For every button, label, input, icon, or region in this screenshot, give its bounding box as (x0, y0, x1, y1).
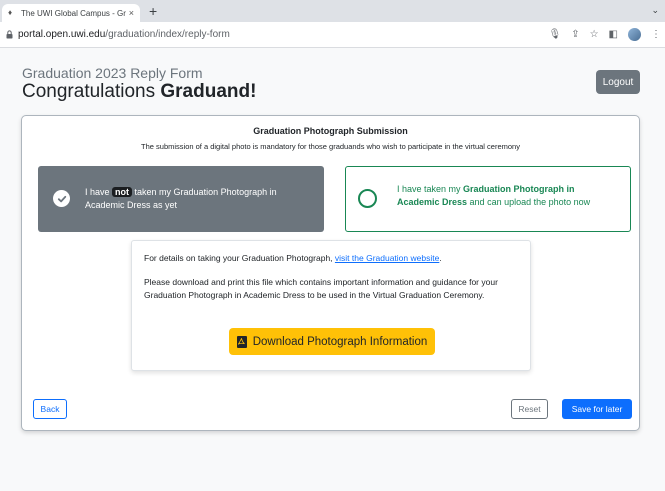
option-not-taken-label: I have not taken my Graduation Photograp… (85, 187, 277, 210)
new-tab-icon[interactable]: + (149, 3, 157, 19)
reset-button[interactable]: Reset (511, 399, 548, 419)
reply-form-card: Graduation Photograph Submission The sub… (21, 115, 640, 431)
radio-circle-icon (358, 189, 377, 208)
photo-info-panel: For details on taking your Graduation Ph… (131, 240, 531, 371)
title-prefix: Congratulations (22, 81, 161, 102)
url-host: portal.open.uwi.edu (18, 29, 106, 40)
browser-tab-bar: ♦ The UWI Global Campus - Grad × + ⌄ (0, 0, 665, 22)
sidebar-icon[interactable]: ◧ (609, 29, 618, 40)
option-not-taken[interactable]: I have not taken my Graduation Photograp… (38, 166, 324, 232)
page-subtitle: Graduation 2023 Reply Form (22, 65, 203, 81)
favicon-icon: ♦ (8, 8, 13, 17)
share-icon[interactable]: ⇪ (571, 29, 579, 40)
url-path: /graduation/index/reply-form (105, 29, 230, 40)
page-content: Graduation 2023 Reply Form Congratulatio… (0, 48, 665, 491)
save-for-later-button[interactable]: Save for later (562, 399, 632, 419)
pdf-file-icon (236, 335, 247, 348)
tab-title: The UWI Global Campus - Grad (21, 8, 126, 18)
url-text[interactable]: portal.open.uwi.edu/graduation/index/rep… (18, 29, 230, 40)
bookmark-star-icon[interactable]: ☆ (590, 29, 599, 40)
card-heading: Graduation Photograph Submission (253, 126, 408, 136)
profile-avatar[interactable] (628, 28, 641, 41)
info-download-text: Please download and print this file whic… (144, 277, 498, 300)
address-bar[interactable]: portal.open.uwi.edu/graduation/index/rep… (0, 22, 665, 48)
tab-close-icon[interactable]: × (129, 8, 134, 18)
lock-icon (6, 30, 13, 39)
card-subheading: The submission of a digital photo is man… (141, 142, 520, 151)
option-taken[interactable]: I have taken my Graduation Photograph in… (345, 166, 631, 232)
page-title: Congratulations Graduand! (22, 81, 256, 103)
download-button-label: Download Photograph Information (252, 335, 428, 348)
option-taken-label: I have taken my Graduation Photograph in… (397, 184, 591, 207)
toolbar-icons: 🎙︎ ⇪ ☆ ◧ ⋮ (548, 28, 661, 41)
browser-tab[interactable]: ♦ The UWI Global Campus - Grad × (2, 4, 140, 22)
info-details-text: For details on taking your Graduation Ph… (144, 253, 442, 263)
microphone-icon[interactable]: 🎙︎ (548, 29, 561, 40)
not-badge: not (112, 187, 133, 197)
graduation-website-link[interactable]: visit the Graduation website (335, 253, 439, 263)
tab-search-chevron-icon[interactable]: ⌄ (651, 5, 659, 16)
menu-kebab-icon[interactable]: ⋮ (651, 29, 661, 40)
back-button[interactable]: Back (33, 399, 67, 419)
logout-button[interactable]: Logout (596, 70, 640, 94)
check-circle-icon (53, 190, 70, 207)
title-bold: Graduand! (160, 81, 257, 102)
download-photograph-info-button[interactable]: Download Photograph Information (229, 328, 435, 355)
